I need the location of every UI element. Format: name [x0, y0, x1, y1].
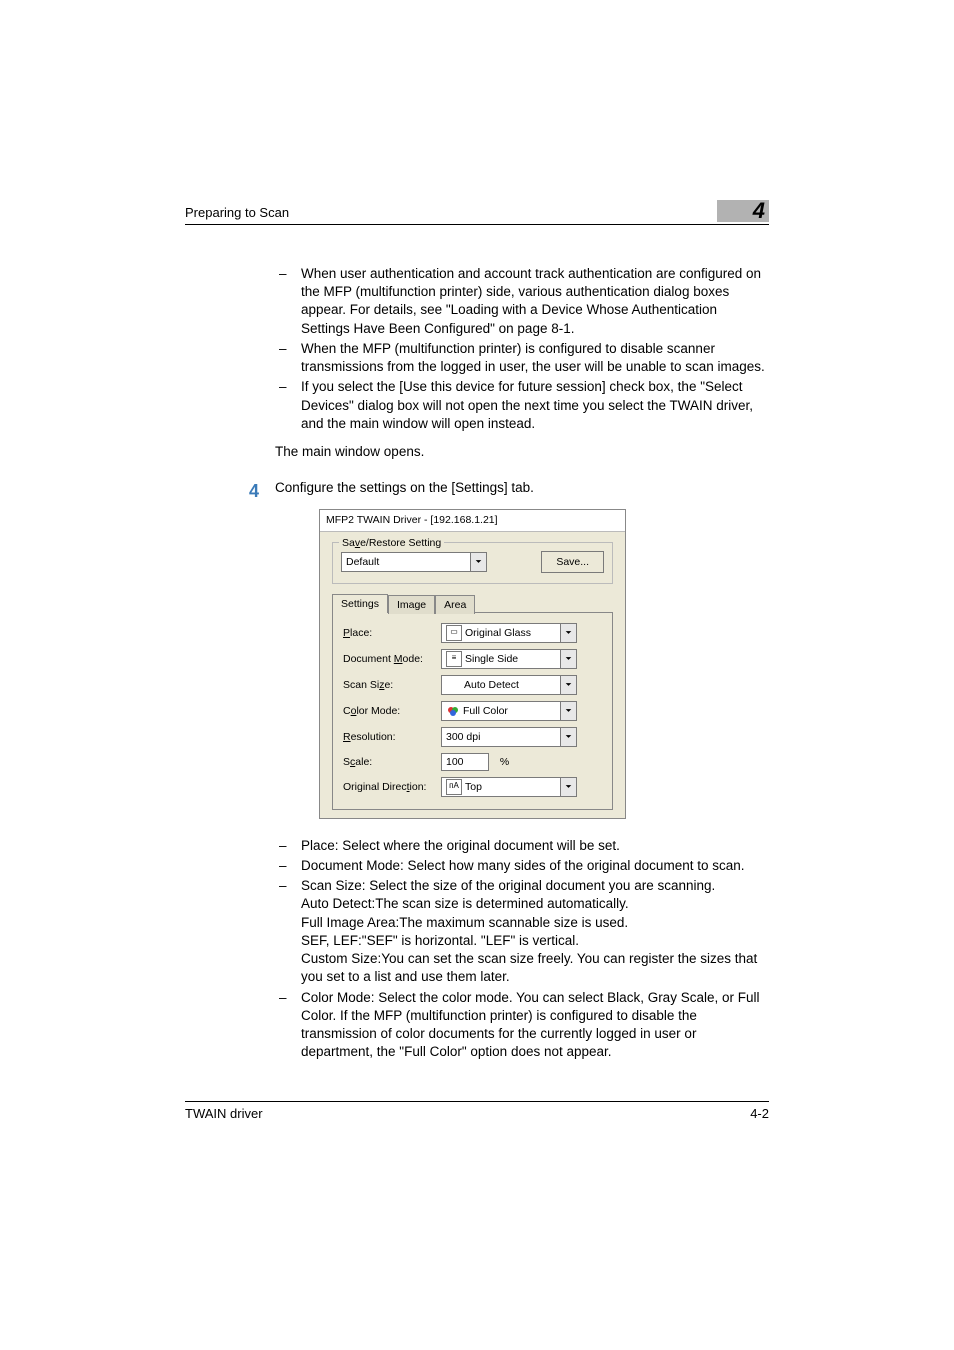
- settings-panel: Place: ▭Original Glass Document Mode: ≡S…: [332, 612, 613, 810]
- section-title: Preparing to Scan: [185, 205, 289, 222]
- direction-label: Original Direction:: [343, 780, 441, 794]
- chapter-number: 4: [753, 198, 765, 224]
- tab-area[interactable]: Area: [435, 595, 475, 614]
- sub-desc: Auto Detect:The scan size is determined …: [301, 895, 769, 986]
- page-footer: TWAIN driver 4-2: [185, 1101, 769, 1121]
- step-row: 4 Configure the settings on the [Setting…: [275, 479, 769, 503]
- list-item: Color Mode: Select the color mode. You c…: [275, 989, 769, 1062]
- resolution-label: Resolution:: [343, 730, 441, 744]
- color-icon: [446, 704, 460, 718]
- mode-label: Document Mode:: [343, 652, 441, 666]
- chevron-down-icon: [560, 624, 576, 642]
- note-list-1: When user authentication and account tra…: [275, 265, 769, 433]
- step-number: 4: [249, 479, 275, 503]
- list-item: When the MFP (multifunction printer) is …: [275, 340, 769, 376]
- scale-label: Scale:: [343, 755, 441, 769]
- footer-right: 4-2: [750, 1106, 769, 1121]
- preset-combo[interactable]: Default: [341, 552, 487, 572]
- scale-unit: %: [500, 756, 509, 768]
- color-mode-label: Color Mode:: [343, 704, 441, 718]
- place-label: Place:: [343, 626, 441, 640]
- chevron-down-icon: [560, 650, 576, 668]
- chevron-down-icon: [470, 553, 486, 571]
- document-mode-combo[interactable]: ≡Single Side: [441, 649, 577, 669]
- page-icon: ≡: [446, 651, 462, 667]
- scan-size-combo[interactable]: Auto Detect: [441, 675, 577, 695]
- list-item: When user authentication and account tra…: [275, 265, 769, 338]
- place-combo[interactable]: ▭Original Glass: [441, 623, 577, 643]
- list-item: Document Mode: Select how many sides of …: [275, 857, 769, 875]
- resolution-combo[interactable]: 300 dpi: [441, 727, 577, 747]
- scale-input[interactable]: 100: [441, 753, 489, 771]
- chapter-badge: 4: [717, 200, 769, 222]
- tab-image[interactable]: Image: [388, 595, 435, 614]
- chevron-down-icon: [560, 676, 576, 694]
- list-item: Scan Size: Select the size of the origin…: [275, 877, 769, 986]
- list-item: If you select the [Use this device for f…: [275, 378, 769, 433]
- list-item: Place: Select where the original documen…: [275, 837, 769, 855]
- scan-size-label: Scan Size:: [343, 678, 441, 692]
- body-text: The main window opens.: [275, 443, 769, 461]
- save-restore-group: Save/Restore Setting Default Save...: [332, 542, 613, 584]
- chevron-down-icon: [560, 778, 576, 796]
- chevron-down-icon: [560, 728, 576, 746]
- color-mode-combo[interactable]: Full Color: [441, 701, 577, 721]
- step-text: Configure the settings on the [Settings]…: [275, 479, 534, 503]
- dialog-title: MFP2 TWAIN Driver - [192.168.1.21]: [320, 510, 625, 531]
- save-button[interactable]: Save...: [541, 551, 604, 573]
- chevron-down-icon: [560, 702, 576, 720]
- description-list: Place: Select where the original documen…: [275, 837, 769, 1062]
- footer-left: TWAIN driver: [185, 1106, 263, 1121]
- glass-icon: ▭: [446, 625, 462, 641]
- direction-combo[interactable]: пATop: [441, 777, 577, 797]
- direction-icon: пA: [446, 779, 462, 795]
- tab-bar: Settings Image Area: [332, 594, 613, 613]
- page-header: Preparing to Scan 4: [185, 200, 769, 225]
- twain-dialog: MFP2 TWAIN Driver - [192.168.1.21] Save/…: [319, 509, 626, 818]
- preset-value: Default: [346, 555, 379, 569]
- tab-settings[interactable]: Settings: [332, 594, 388, 613]
